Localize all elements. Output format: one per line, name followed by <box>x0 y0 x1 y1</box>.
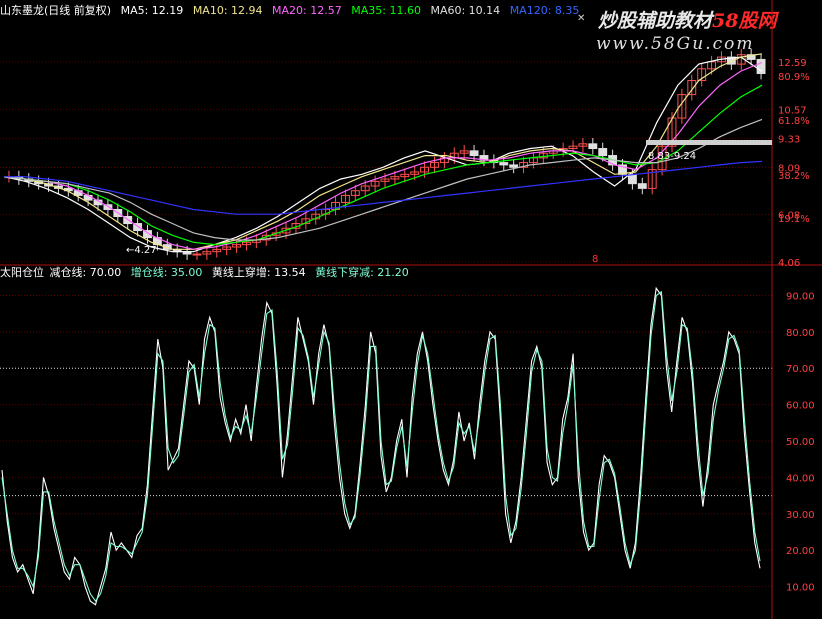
indicator-tick-label: 70.00 <box>786 364 815 375</box>
candle-body <box>499 162 509 166</box>
chart-canvas: 12.5910.579.338.096.084.0680.9%61.8%38.2… <box>0 0 822 619</box>
percent-tick-label: 61.8% <box>778 116 810 127</box>
candle-body <box>598 148 608 157</box>
indicator-tick-label: 10.00 <box>786 583 815 594</box>
indicator-tick-label: 60.00 <box>786 401 815 412</box>
indicator-tick-label: 20.00 <box>786 546 815 557</box>
percent-tick-label: 80.9% <box>778 72 810 83</box>
percent-tick-label: 38.2% <box>778 171 810 182</box>
candle-body <box>83 194 93 201</box>
percent-tick-label: 19.1% <box>778 214 810 225</box>
indicator-tick-label: 90.00 <box>786 291 815 302</box>
indicator-line-white <box>1 286 761 606</box>
candle-body <box>192 253 202 256</box>
range-marker-label: 8.83-9.24 <box>648 151 696 162</box>
axis-layer: 12.5910.579.338.096.084.0680.9%61.8%38.2… <box>0 0 822 619</box>
candle-body <box>469 150 479 157</box>
candle-body <box>103 204 113 210</box>
candle-body <box>588 143 598 150</box>
candle-body <box>509 164 519 168</box>
indicator-layer <box>1 286 761 606</box>
price-tick-label: 12.59 <box>778 58 807 69</box>
indicator-tick-label: 30.00 <box>786 510 815 521</box>
candle-body <box>627 173 637 185</box>
price-tick-label: 4.06 <box>778 258 800 269</box>
low-marker-label: ←4.27 <box>126 245 157 256</box>
range-bar <box>646 140 772 145</box>
indicator-tick-label: 80.00 <box>786 328 815 339</box>
indicator-tick-label: 50.00 <box>786 437 815 448</box>
candle-body <box>637 183 647 189</box>
stock-chart-window: 山东墨龙(日线 前复权) MA5: 12.19 MA10: 12.94 MA20… <box>0 0 822 619</box>
event-marker: 8 <box>592 254 598 265</box>
price-tick-label: 9.33 <box>778 134 800 145</box>
indicator-tick-label: 40.00 <box>786 473 815 484</box>
price-tick-label: 10.57 <box>778 105 807 116</box>
